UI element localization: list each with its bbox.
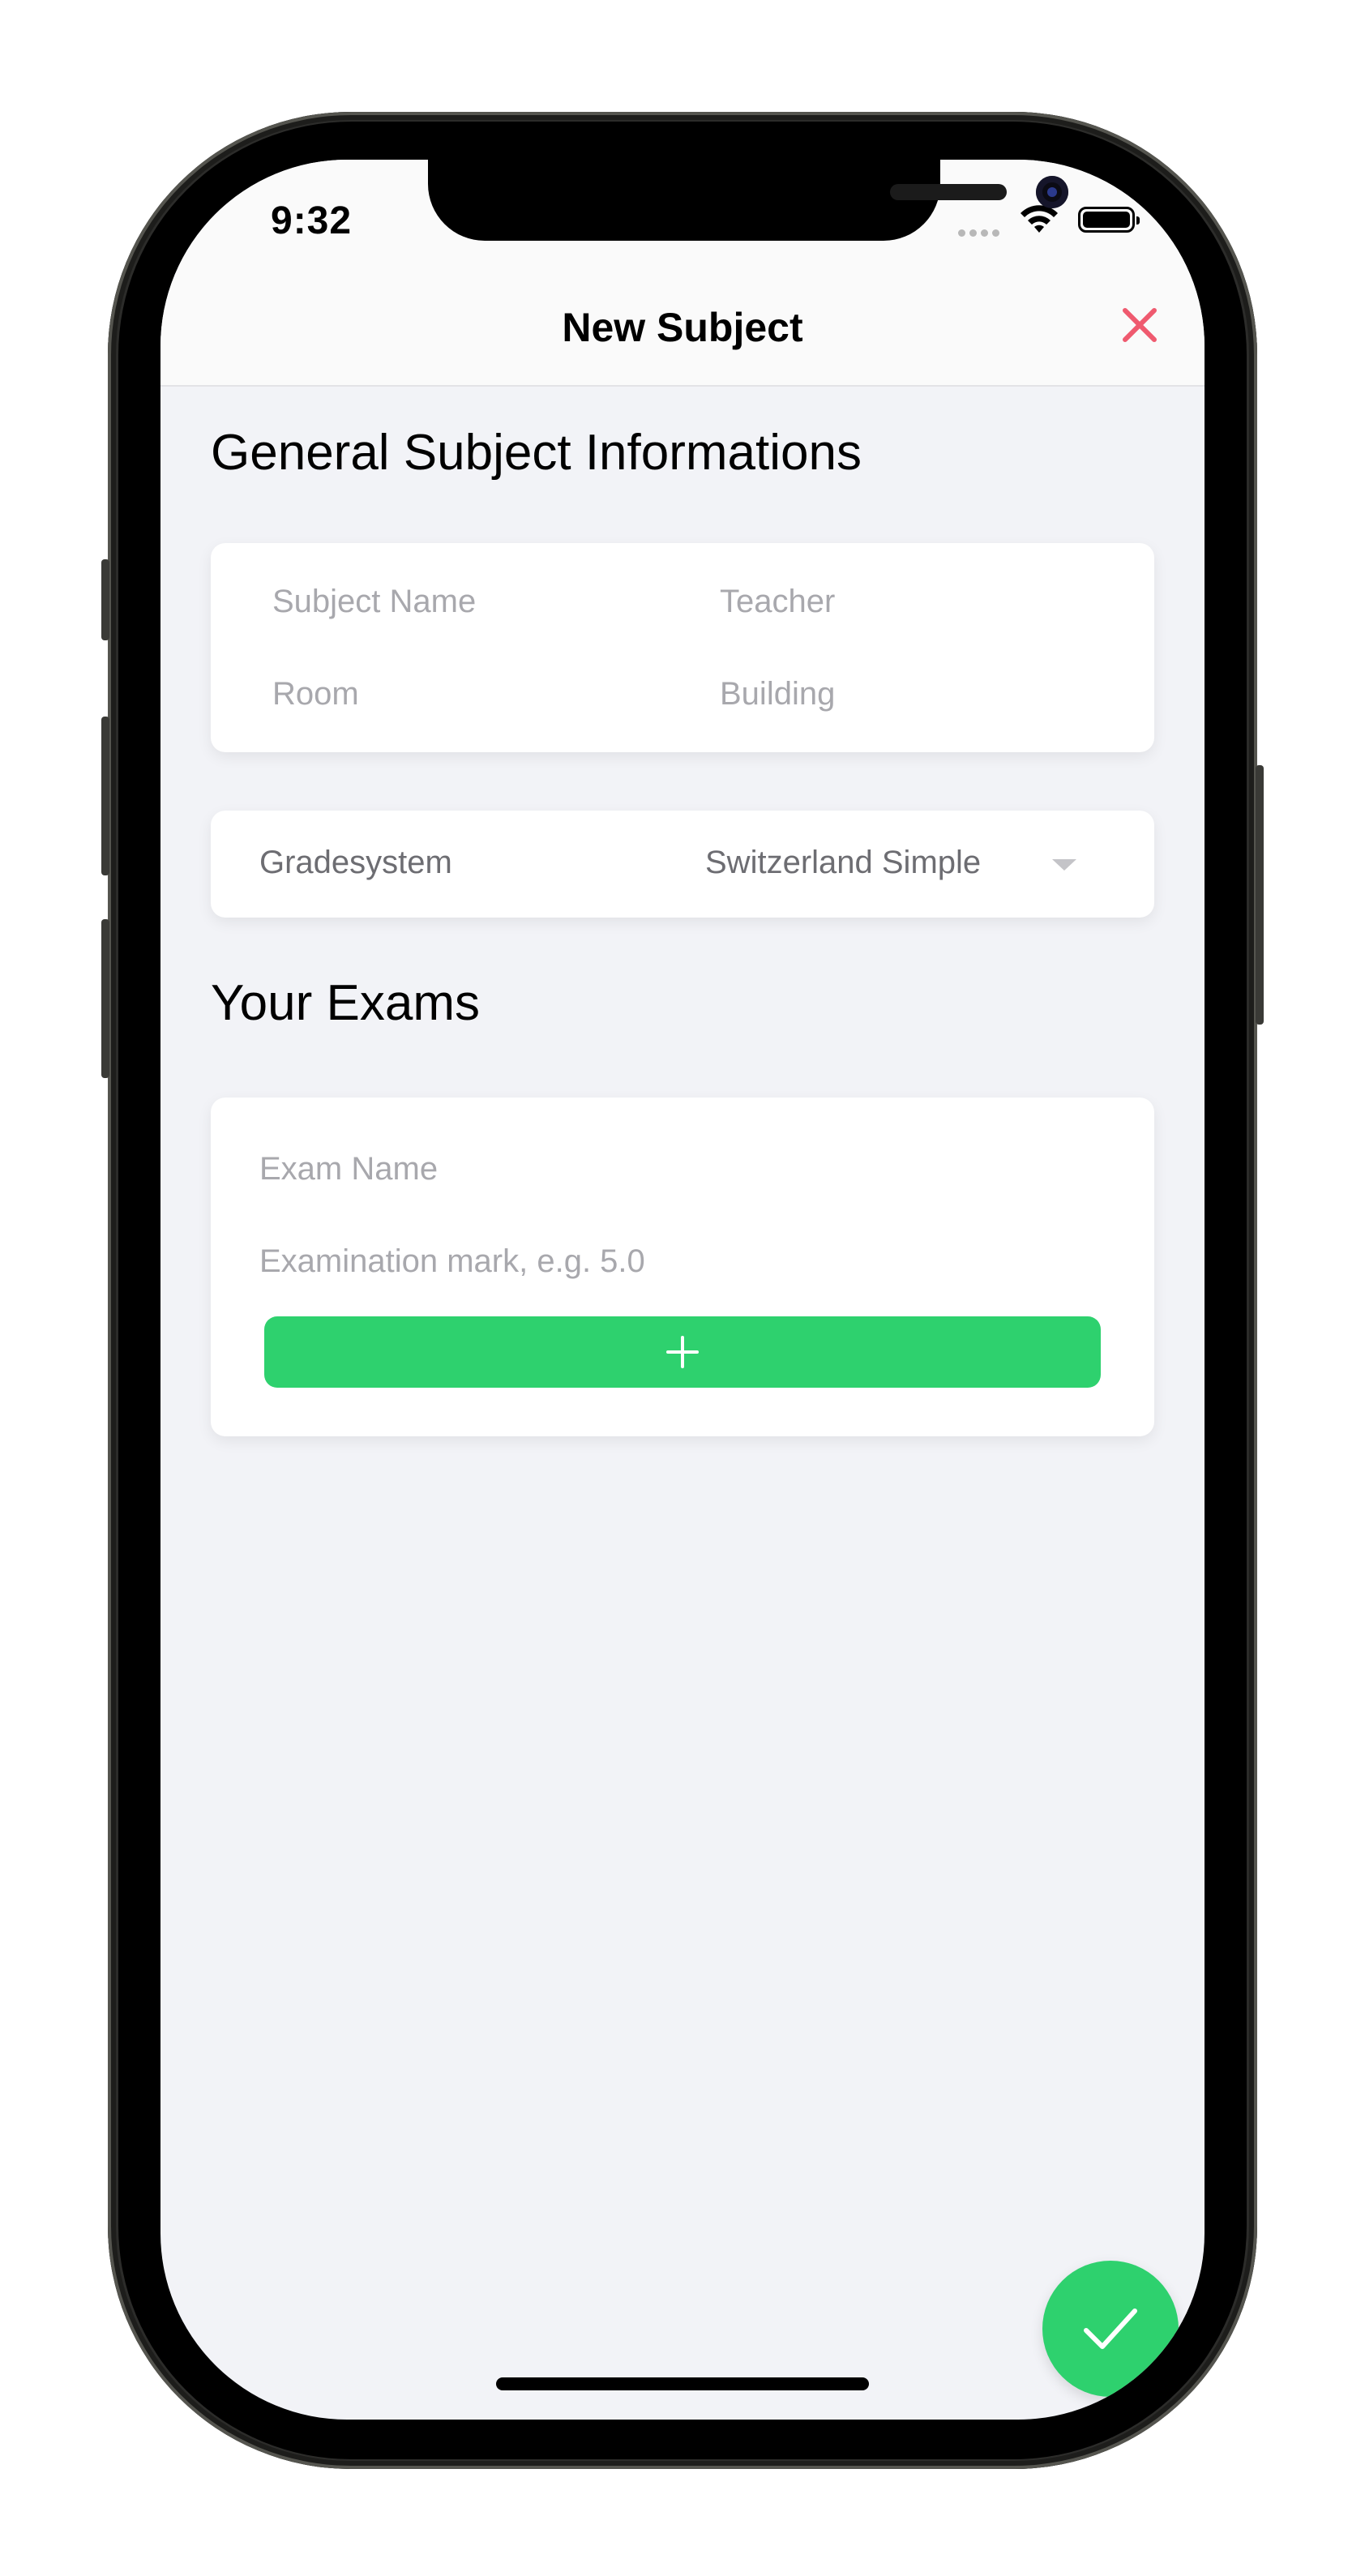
teacher-input[interactable] <box>720 579 1125 624</box>
gradesystem-label: Gradesystem <box>259 845 452 880</box>
phone-power-button <box>1256 765 1264 1025</box>
general-info-card <box>211 543 1154 752</box>
building-input[interactable] <box>720 671 1125 717</box>
close-button[interactable] <box>1119 304 1161 346</box>
phone-volume-up-button <box>101 717 109 875</box>
exams-section-title: Your Exams <box>211 975 480 1031</box>
gradesystem-card: Gradesystem Switzerland Simple <box>211 811 1154 918</box>
battery-icon <box>1078 207 1140 233</box>
add-exam-button[interactable] <box>264 1316 1101 1388</box>
gradesystem-select[interactable]: Switzerland Simple <box>705 832 1110 896</box>
phone-volume-down-button <box>101 919 109 1078</box>
front-camera <box>1036 176 1068 208</box>
close-icon <box>1123 308 1157 342</box>
subject-name-input[interactable] <box>272 579 678 624</box>
wifi-icon <box>1021 205 1058 233</box>
home-indicator[interactable] <box>496 2377 869 2390</box>
signal-icon <box>958 226 1003 241</box>
general-section-title: General Subject Informations <box>211 425 862 481</box>
earpiece-speaker <box>890 184 1007 200</box>
exam-name-input[interactable] <box>259 1146 1102 1192</box>
room-input[interactable] <box>272 671 678 717</box>
gradesystem-selected-value: Switzerland Simple <box>705 845 982 880</box>
checkmark-icon <box>1084 2309 1137 2349</box>
exam-entry-card <box>211 1098 1154 1436</box>
status-time: 9:32 <box>271 199 353 242</box>
page-title: New Subject <box>562 305 803 350</box>
phone-mute-switch <box>101 559 109 640</box>
save-subject-button[interactable] <box>1042 2261 1179 2397</box>
app-screen: 9:32 New Subject General Subject Informa… <box>160 160 1205 2420</box>
plus-icon <box>666 1336 699 1368</box>
exam-mark-input[interactable] <box>259 1239 1102 1284</box>
notch <box>428 160 1068 241</box>
chevron-down-icon <box>1052 859 1076 871</box>
